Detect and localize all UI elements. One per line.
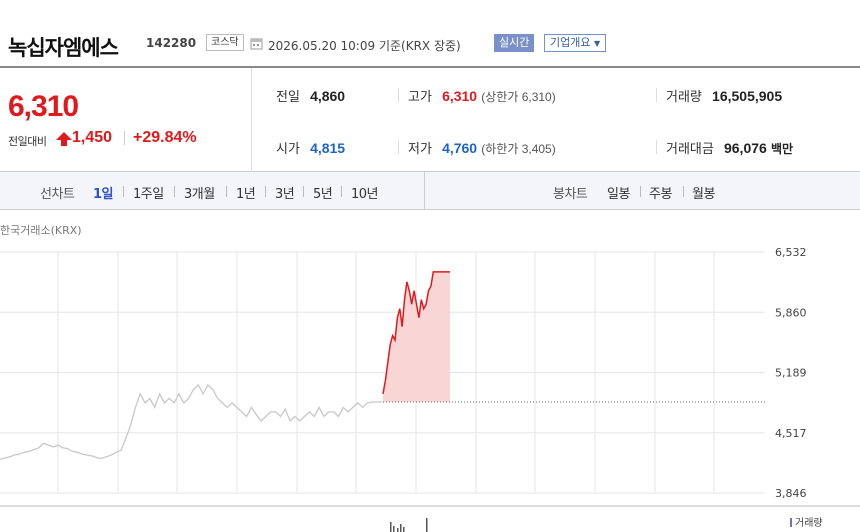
stock-code: 142280	[146, 36, 197, 50]
volume-legend-swatch	[790, 518, 792, 527]
tab-period-1y[interactable]: 1년	[236, 183, 256, 202]
amount-unit: 백만	[770, 142, 794, 156]
high-value: 6,310	[442, 88, 478, 104]
low-value: 4,760	[442, 140, 478, 156]
chart-grid	[0, 251, 765, 494]
low-label: 저가	[408, 142, 432, 157]
tab-period-5y[interactable]: 5년	[313, 183, 333, 202]
calendar-icon	[250, 38, 263, 50]
divider	[640, 186, 641, 197]
series-line-prev	[0, 383, 382, 461]
open-cell: 시가 4,815	[276, 138, 345, 157]
amount-label: 거래대금	[666, 142, 714, 157]
tab-period-1w[interactable]: 1주일	[133, 183, 164, 202]
stock-header: 녹십자엠에스 142280 코스닥 2026.05.20 10:09 기준(KR…	[0, 0, 860, 66]
tab-candle-daily[interactable]: 일봉	[607, 183, 630, 202]
realtime-button[interactable]: 실시간	[494, 34, 535, 52]
prev-close-value: 4,860	[310, 88, 346, 104]
amount-value: 96,076	[723, 140, 767, 156]
company-overview-label: 기업개요	[550, 36, 591, 49]
divider	[123, 186, 124, 197]
price-summary: 6,310 전일대비 1,450 +29.84% 전일 4,860 고가 6,3…	[0, 66, 860, 172]
divider	[265, 186, 266, 197]
open-value: 4,815	[310, 140, 346, 156]
volume-bar	[426, 518, 428, 532]
upper-limit-text: (상한가 6,310)	[481, 90, 556, 104]
amount-cell: 거래대금 96,076 백만	[666, 138, 793, 157]
volume-cell: 거래량 16,505,905	[666, 86, 782, 105]
current-price-box: 6,310 전일대비 1,450 +29.84%	[0, 68, 252, 172]
candle-chart-label: 봉차트	[553, 187, 588, 202]
tab-period-3y[interactable]: 3년	[275, 183, 295, 202]
tab-period-10y[interactable]: 10년	[351, 183, 379, 202]
high-label: 고가	[408, 90, 432, 105]
upper-limit-arrow-icon	[56, 132, 72, 146]
y-tick-label: 5,860	[775, 306, 807, 319]
line-chart-label: 선차트	[40, 187, 75, 202]
open-label: 시가	[276, 142, 300, 157]
divider	[341, 186, 342, 197]
divider	[424, 172, 425, 210]
y-tick-label: 6,532	[775, 246, 807, 259]
price-chart[interactable]: 6,532 5,860 5,189 4,517 3,846	[0, 210, 860, 532]
datetime: 2026.05.20 10:09 기준(KRX 장중)	[268, 37, 461, 54]
prev-close-cell: 전일 4,860	[276, 86, 345, 105]
dropdown-caret-icon: ▼	[593, 39, 601, 48]
volume-legend: 거래량	[790, 514, 823, 529]
lower-limit-text: (하한가 3,405)	[481, 142, 556, 156]
tab-candle-weekly[interactable]: 주봉	[649, 183, 672, 202]
y-axis: 6,532 5,860 5,189 4,517 3,846	[775, 246, 807, 500]
divider	[124, 131, 125, 145]
y-tick-label: 4,517	[775, 427, 807, 440]
volume-legend-label: 거래량	[795, 518, 823, 529]
divider	[683, 186, 684, 197]
volume-value: 16,505,905	[712, 88, 783, 104]
change-value: 1,450	[72, 129, 113, 146]
divider	[398, 140, 399, 154]
volume-bar	[400, 524, 402, 532]
divider	[226, 186, 227, 197]
low-cell: 저가 4,760 (하한가 3,405)	[408, 138, 556, 157]
company-overview-button[interactable]: 기업개요 ▼	[544, 34, 607, 52]
volume-label: 거래량	[666, 90, 702, 105]
current-price: 6,310	[8, 90, 79, 123]
volume-bar	[393, 526, 395, 532]
stock-name: 녹십자엠에스	[8, 36, 119, 60]
change-label: 전일대비	[8, 135, 47, 148]
datetime-value: 2026.05.20 10:09	[268, 39, 376, 53]
datetime-basis: 기준(KRX 장중)	[378, 39, 461, 53]
change-percent: +29.84%	[133, 129, 197, 146]
divider	[656, 88, 657, 102]
chart-tab-bar: 선차트 1일 1주일 3개월 1년 3년 5년 10년 봉차트 일봉 주봉 월봉	[0, 172, 860, 210]
tab-period-3m[interactable]: 3개월	[184, 183, 215, 202]
y-tick-label: 3,846	[775, 487, 807, 500]
divider	[303, 186, 304, 197]
divider	[174, 186, 175, 197]
divider	[398, 88, 399, 102]
high-cell: 고가 6,310 (상한가 6,310)	[408, 86, 556, 105]
tab-candle-monthly[interactable]: 월봉	[692, 183, 715, 202]
volume-bar	[390, 522, 392, 532]
y-tick-label: 5,189	[775, 367, 807, 380]
prev-close-label: 전일	[276, 90, 300, 105]
volume-bar	[397, 528, 399, 532]
tab-period-1d[interactable]: 1일	[93, 183, 114, 202]
divider	[656, 140, 657, 154]
volume-bar	[403, 527, 405, 532]
volume-bars	[390, 518, 428, 532]
chart-source: 한국거래소(KRX)	[0, 224, 82, 237]
market-badge: 코스닥	[206, 34, 244, 51]
